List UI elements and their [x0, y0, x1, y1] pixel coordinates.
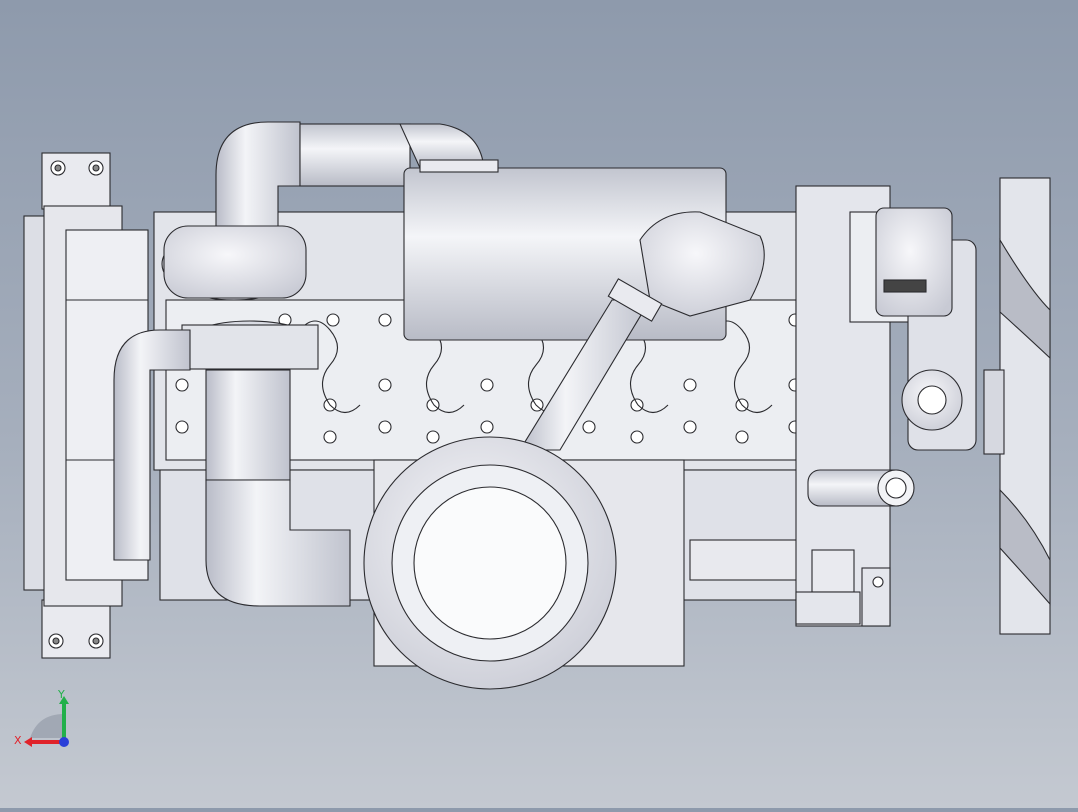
left-upper-mount-foot[interactable] [41, 152, 111, 210]
triad-plane-icon [30, 714, 64, 738]
cooling-fan[interactable] [983, 177, 1051, 635]
y-axis-label: Y [57, 688, 65, 701]
alternator[interactable] [875, 207, 953, 317]
coordinate-triad: X Y [10, 684, 80, 754]
x-axis-label: X [14, 734, 22, 747]
z-axis-dot [59, 737, 69, 747]
left-lower-mount-foot[interactable] [41, 599, 111, 659]
air-filter[interactable] [363, 436, 685, 690]
right-mount-bracket[interactable] [861, 567, 891, 627]
cad-3d-viewport[interactable] [0, 0, 1078, 808]
water-pump-outlet[interactable] [807, 469, 915, 507]
